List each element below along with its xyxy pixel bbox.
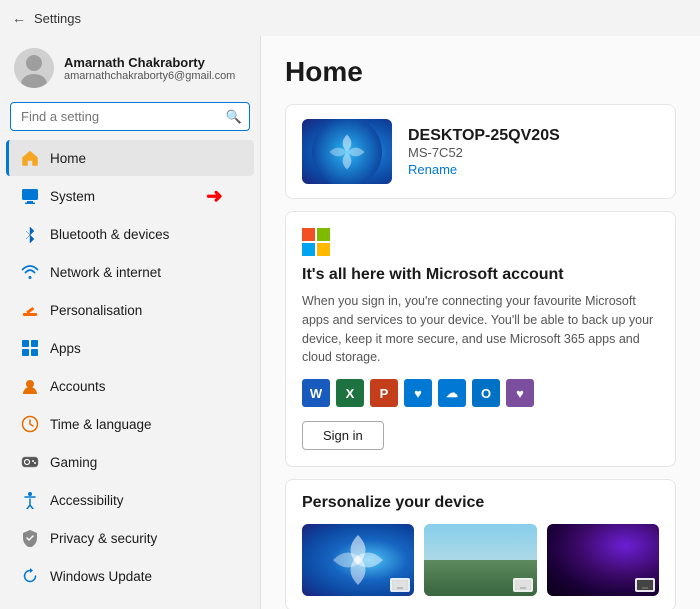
sidebar-item-network-label: Network & internet bbox=[50, 265, 161, 280]
bluetooth-icon bbox=[20, 224, 40, 244]
sidebar-item-system-label: System bbox=[50, 189, 95, 204]
wallpaper-row bbox=[302, 524, 659, 596]
sidebar-item-time[interactable]: Time & language bbox=[6, 406, 254, 442]
sidebar-item-bluetooth[interactable]: Bluetooth & devices bbox=[6, 216, 254, 252]
sidebar-item-home-label: Home bbox=[50, 151, 86, 166]
device-card: DESKTOP-25QV20S MS-7C52 Rename bbox=[285, 104, 676, 199]
gaming-icon bbox=[20, 452, 40, 472]
wallpaper-landscape[interactable] bbox=[424, 524, 536, 596]
sidebar-item-update-label: Windows Update bbox=[50, 569, 152, 584]
sidebar-item-accessibility[interactable]: Accessibility bbox=[6, 482, 254, 518]
sign-in-button[interactable]: Sign in bbox=[302, 421, 384, 450]
sidebar-item-personalisation-label: Personalisation bbox=[50, 303, 142, 318]
sidebar-item-accounts-label: Accounts bbox=[50, 379, 106, 394]
powerpoint-icon: P bbox=[370, 379, 398, 407]
word-icon: W bbox=[302, 379, 330, 407]
search-box: 🔍 bbox=[10, 102, 250, 131]
sidebar-item-bluetooth-label: Bluetooth & devices bbox=[50, 227, 169, 242]
microsoft-card: It's all here with Microsoft account Whe… bbox=[285, 211, 676, 467]
user-info: Amarnath Chakraborty amarnathchakraborty… bbox=[64, 55, 235, 82]
outlook-icon: O bbox=[472, 379, 500, 407]
search-input[interactable] bbox=[10, 102, 250, 131]
apps-icon bbox=[20, 338, 40, 358]
sidebar-item-accessibility-label: Accessibility bbox=[50, 493, 124, 508]
content-area: Home bbox=[260, 36, 700, 609]
red-arrow-indicator: ➜ bbox=[206, 184, 223, 209]
search-icon: 🔍 bbox=[226, 109, 242, 125]
sidebar-item-home[interactable]: Home bbox=[6, 140, 254, 176]
wallpaper-bloom[interactable] bbox=[302, 524, 414, 596]
sidebar-item-apps-label: Apps bbox=[50, 341, 81, 356]
wifi-icon bbox=[20, 262, 40, 282]
sidebar-item-update[interactable]: Windows Update bbox=[6, 558, 254, 594]
user-profile[interactable]: Amarnath Chakraborty amarnathchakraborty… bbox=[0, 36, 260, 102]
device-thumbnail bbox=[302, 119, 392, 184]
teams-icon: ♥ bbox=[506, 379, 534, 407]
excel-icon: X bbox=[336, 379, 364, 407]
device-name: DESKTOP-25QV20S bbox=[408, 127, 560, 145]
update-icon bbox=[20, 566, 40, 586]
sidebar: Amarnath Chakraborty amarnathchakraborty… bbox=[0, 36, 260, 609]
microsoft-card-description: When you sign in, you're connecting your… bbox=[302, 292, 659, 367]
avatar bbox=[14, 48, 54, 88]
sidebar-item-gaming-label: Gaming bbox=[50, 455, 97, 470]
device-rename-button[interactable]: Rename bbox=[408, 162, 560, 177]
back-button[interactable]: ← bbox=[12, 10, 26, 26]
sidebar-item-apps[interactable]: Apps bbox=[6, 330, 254, 366]
microsoft-apps-row: W X P ♥ ☁ O ♥ bbox=[302, 379, 659, 407]
device-info: DESKTOP-25QV20S MS-7C52 Rename bbox=[408, 127, 560, 177]
accessibility-icon bbox=[20, 490, 40, 510]
personalisation-icon bbox=[20, 300, 40, 320]
onedrive-icon: ☁ bbox=[438, 379, 466, 407]
main-layout: Amarnath Chakraborty amarnathchakraborty… bbox=[0, 36, 700, 609]
sidebar-item-privacy[interactable]: Privacy & security bbox=[6, 520, 254, 556]
sidebar-item-gaming[interactable]: Gaming bbox=[6, 444, 254, 480]
device-model: MS-7C52 bbox=[408, 145, 560, 160]
user-name: Amarnath Chakraborty bbox=[64, 55, 235, 70]
microsoft-card-title: It's all here with Microsoft account bbox=[302, 266, 659, 284]
time-icon bbox=[20, 414, 40, 434]
title-bar: ← Settings bbox=[0, 0, 700, 36]
sidebar-item-network[interactable]: Network & internet bbox=[6, 254, 254, 290]
sidebar-item-personalisation[interactable]: Personalisation bbox=[6, 292, 254, 328]
sidebar-item-privacy-label: Privacy & security bbox=[50, 531, 157, 546]
family-safety-icon: ♥ bbox=[404, 379, 432, 407]
personalize-card: Personalize your device bbox=[285, 479, 676, 609]
system-icon bbox=[20, 186, 40, 206]
user-email: amarnathchakraborty6@gmail.com bbox=[64, 70, 235, 82]
personalize-title: Personalize your device bbox=[302, 494, 659, 512]
wallpaper-dark[interactable] bbox=[547, 524, 659, 596]
sidebar-item-accounts[interactable]: Accounts bbox=[6, 368, 254, 404]
privacy-icon bbox=[20, 528, 40, 548]
wallpaper-badge-2 bbox=[513, 578, 533, 592]
title-bar-title: Settings bbox=[34, 11, 81, 26]
microsoft-logo bbox=[302, 228, 659, 256]
sidebar-item-system[interactable]: System ➜ bbox=[6, 178, 254, 214]
wallpaper-badge-3 bbox=[635, 578, 655, 592]
wallpaper-badge-1 bbox=[390, 578, 410, 592]
sidebar-item-time-label: Time & language bbox=[50, 417, 152, 432]
home-icon bbox=[20, 148, 40, 168]
accounts-icon bbox=[20, 376, 40, 396]
page-title: Home bbox=[285, 56, 676, 88]
